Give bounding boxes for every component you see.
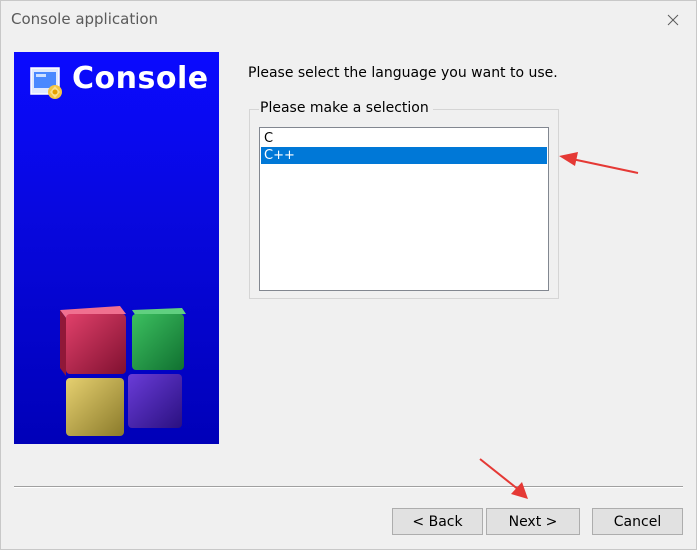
language-listbox[interactable]: C C++: [259, 127, 549, 291]
annotation-arrow-icon: [559, 152, 639, 174]
language-option-c[interactable]: C: [261, 130, 547, 147]
next-button[interactable]: Next >: [486, 508, 580, 535]
annotation-arrow-icon: [479, 458, 528, 499]
wizard-window: Console application Console Please selec…: [0, 0, 697, 550]
back-button[interactable]: < Back: [392, 508, 483, 535]
title-bar: Console application: [1, 1, 696, 39]
wizard-banner: Console: [14, 52, 219, 444]
window-title: Console application: [11, 10, 159, 28]
language-option-cpp[interactable]: C++: [261, 147, 547, 164]
language-prompt: Please select the language you want to u…: [248, 65, 558, 81]
banner-title: Console: [72, 61, 209, 96]
cubes-logo: [60, 306, 186, 436]
selection-group-label: Please make a selection: [259, 100, 433, 116]
close-icon: [667, 14, 679, 26]
close-button[interactable]: [650, 1, 696, 39]
cancel-button[interactable]: Cancel: [592, 508, 683, 535]
console-wizard-icon: [30, 67, 62, 99]
footer-separator: [14, 486, 683, 488]
